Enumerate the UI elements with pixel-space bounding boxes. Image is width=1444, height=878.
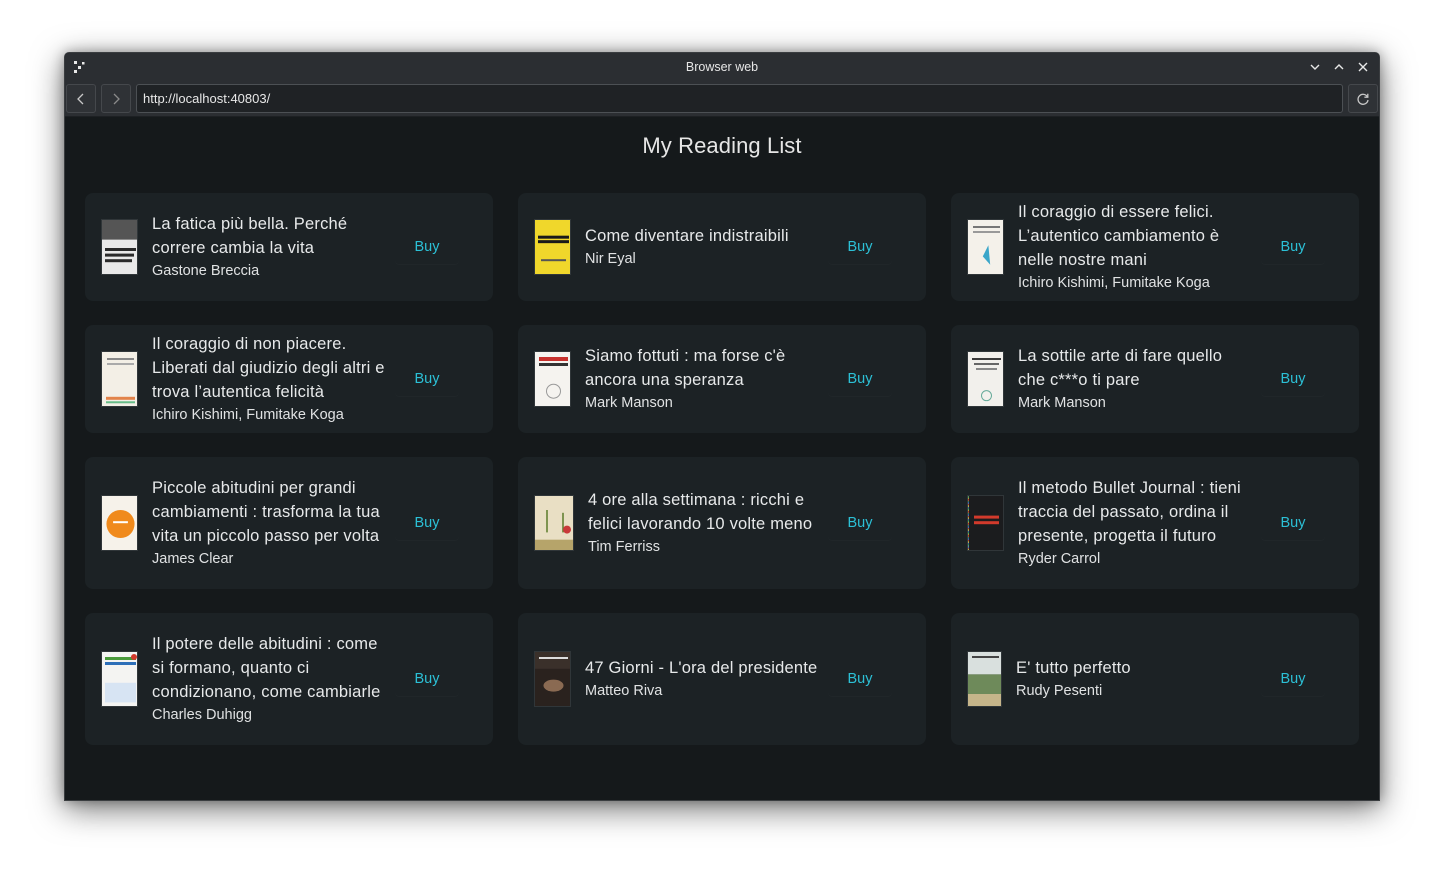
buy-button[interactable]: Buy <box>828 230 892 264</box>
book-card: 4 ore alla settimana : ricchi e felici l… <box>518 457 926 589</box>
book-info: Il coraggio di non piacere. Liberati dal… <box>152 332 385 426</box>
book-cover-white-small <box>967 351 1004 407</box>
address-bar[interactable] <box>136 84 1343 113</box>
buy-button[interactable]: Buy <box>828 362 892 396</box>
buy-button[interactable]: Buy <box>395 506 459 540</box>
book-card: Come diventare indistraibili Nir Eyal Buy <box>518 193 926 301</box>
book-title: Il coraggio di essere felici. L’autentic… <box>1018 203 1220 269</box>
book-author: Matteo Riva <box>585 683 663 699</box>
book-author: Tim Ferriss <box>588 539 660 555</box>
minimize-button[interactable] <box>1305 57 1325 77</box>
book-author: Ichiro Kishimi, Fumitake Koga <box>1018 275 1210 291</box>
book-cover-bw <box>101 219 138 275</box>
book-card: Il potere delle abitudini : come si form… <box>85 613 493 745</box>
page-title: My Reading List <box>642 133 802 158</box>
buy-button[interactable]: Buy <box>395 230 459 264</box>
buy-button[interactable]: Buy <box>1261 230 1325 264</box>
book-card: E' tutto perfetto Rudy Pesenti Buy <box>951 613 1359 745</box>
book-title: Il potere delle abitudini : come si form… <box>152 635 381 701</box>
back-button[interactable] <box>66 84 96 113</box>
book-author: Ryder Carrol <box>1018 551 1101 567</box>
book-title: Il metodo Bullet Journal : tieni traccia… <box>1018 479 1241 545</box>
book-title: Come diventare indistraibili <box>585 227 789 245</box>
book-cover-white-hummingbird <box>967 219 1004 275</box>
book-card: Il coraggio di non piacere. Liberati dal… <box>85 325 493 433</box>
buy-button[interactable]: Buy <box>395 662 459 696</box>
title-bar: Browser web <box>65 53 1379 81</box>
browser-window: Browser web My Reading <box>64 52 1380 801</box>
book-info: La fatica più bella. Perché correre camb… <box>152 212 385 282</box>
book-author: Ichiro Kishimi, Fumitake Koga <box>152 407 344 423</box>
chevron-right-icon <box>113 93 120 104</box>
book-cover-white-red <box>534 351 571 407</box>
window-title: Browser web <box>685 60 759 74</box>
book-cover-dark-dots <box>967 495 1004 551</box>
book-cover-white-blue <box>101 651 138 707</box>
app-icon <box>74 61 85 73</box>
book-card: Il coraggio di essere felici. L’autentic… <box>951 193 1359 301</box>
book-info: Come diventare indistraibili Nir Eyal <box>585 224 818 270</box>
book-card: Il metodo Bullet Journal : tieni traccia… <box>951 457 1359 589</box>
book-author: Rudy Pesenti <box>1016 683 1103 699</box>
reload-icon <box>1357 93 1369 105</box>
book-cover-landscape <box>967 651 1002 707</box>
chevron-down-icon <box>1310 64 1320 70</box>
chevron-up-icon <box>1334 64 1344 70</box>
book-cover-beige-palms <box>534 495 574 551</box>
book-author: Mark Manson <box>585 395 673 411</box>
book-author: Gastone Breccia <box>152 263 260 279</box>
book-title: Piccole abitudini per grandi cambiamenti… <box>152 479 380 545</box>
book-info: Piccole abitudini per grandi cambiamenti… <box>152 476 385 570</box>
close-icon <box>1358 62 1368 72</box>
book-author: Nir Eyal <box>585 251 636 267</box>
book-title: 4 ore alla settimana : ricchi e felici l… <box>588 491 813 533</box>
book-info: La sottile arte di fare quello che c***o… <box>1018 344 1251 414</box>
book-cover-dark-photo <box>534 651 571 707</box>
book-card: La sottile arte di fare quello che c***o… <box>951 325 1359 433</box>
book-info: Siamo fottuti : ma forse c'è ancora una … <box>585 344 818 414</box>
close-button[interactable] <box>1353 57 1373 77</box>
book-title: Il coraggio di non piacere. Liberati dal… <box>152 335 385 401</box>
book-info: Il coraggio di essere felici. L’autentic… <box>1018 200 1251 294</box>
buy-button[interactable]: Buy <box>828 662 892 696</box>
window-controls <box>1305 57 1373 77</box>
book-cover-yellow <box>534 219 571 275</box>
book-card: La fatica più bella. Perché correre camb… <box>85 193 493 301</box>
book-title: La sottile arte di fare quello che c***o… <box>1018 347 1223 389</box>
book-title: La fatica più bella. Perché correre camb… <box>152 215 348 257</box>
book-info: Il metodo Bullet Journal : tieni traccia… <box>1018 476 1251 570</box>
book-title: 47 Giorni - L'ora del presidente <box>585 659 818 677</box>
browser-toolbar <box>65 81 1379 117</box>
book-author: James Clear <box>152 551 234 567</box>
book-info: 4 ore alla settimana : ricchi e felici l… <box>588 488 818 558</box>
page-content: My Reading List La fatica più bella. Per… <box>65 117 1379 800</box>
buy-button[interactable]: Buy <box>828 506 892 540</box>
book-card: Piccole abitudini per grandi cambiamenti… <box>85 457 493 589</box>
buy-button[interactable]: Buy <box>1261 506 1325 540</box>
book-author: Mark Manson <box>1018 395 1106 411</box>
book-author: Charles Duhigg <box>152 707 252 723</box>
book-title: E' tutto perfetto <box>1016 659 1131 677</box>
chevron-left-icon <box>77 93 84 104</box>
book-info: 47 Giorni - L'ora del presidente Matteo R… <box>585 656 818 702</box>
book-cover-orange-sun <box>101 495 138 551</box>
book-cover-white-orange <box>101 351 138 407</box>
buy-button[interactable]: Buy <box>1261 662 1325 696</box>
buy-button[interactable]: Buy <box>1261 362 1325 396</box>
book-info: E' tutto perfetto Rudy Pesenti <box>1016 656 1251 702</box>
book-card: 47 Giorni - L'ora del presidente Matteo R… <box>518 613 926 745</box>
book-card: Siamo fottuti : ma forse c'è ancora una … <box>518 325 926 433</box>
maximize-button[interactable] <box>1329 57 1349 77</box>
book-info: Il potere delle abitudini : come si form… <box>152 632 385 726</box>
forward-button[interactable] <box>101 84 131 113</box>
buy-button[interactable]: Buy <box>395 362 459 396</box>
reload-button[interactable] <box>1348 84 1378 113</box>
book-title: Siamo fottuti : ma forse c'è ancora una … <box>585 347 786 389</box>
